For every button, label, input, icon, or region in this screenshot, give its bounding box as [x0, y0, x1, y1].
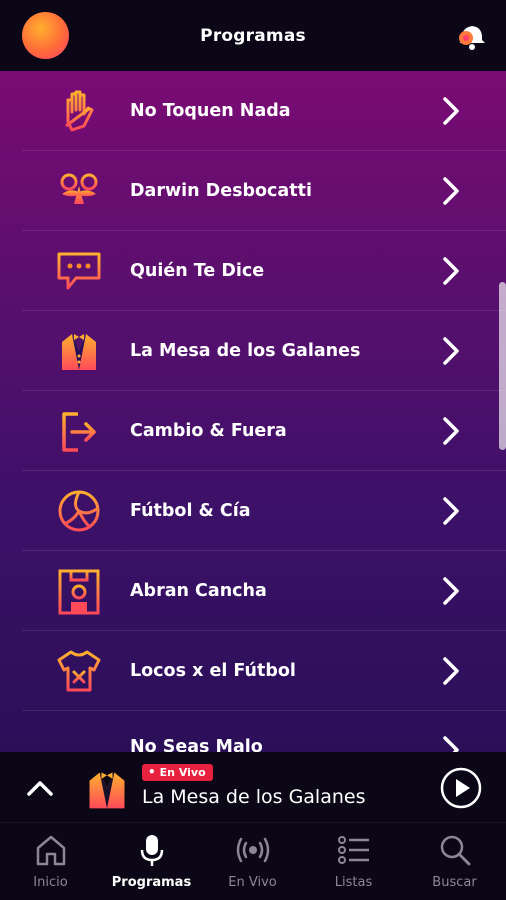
program-row[interactable]: Fútbol & Cía	[22, 471, 506, 551]
program-row[interactable]: No Toquen Nada	[22, 71, 506, 151]
program-label: Fútbol & Cía	[130, 500, 251, 521]
program-row[interactable]: No Seas Malo	[22, 711, 506, 752]
program-row[interactable]: Cambio & Fuera	[22, 391, 506, 471]
app-logo[interactable]	[22, 12, 69, 59]
exit-arrow-icon	[62, 411, 96, 452]
tab-inicio[interactable]: Inicio	[0, 823, 101, 900]
live-dot: •	[148, 765, 156, 779]
tuxedo-icon	[62, 333, 96, 370]
now-playing-title: La Mesa de los Galanes	[142, 786, 366, 808]
program-row[interactable]: Darwin Desbocatti	[22, 151, 506, 231]
tab-buscar[interactable]: Buscar	[404, 823, 505, 900]
program-label: Abran Cancha	[130, 580, 267, 601]
tab-label: Inicio	[33, 875, 68, 890]
program-label: No Toquen Nada	[130, 100, 291, 121]
tab-label: Buscar	[432, 875, 477, 890]
program-label: Darwin Desbocatti	[130, 180, 312, 201]
mustache-glasses-icon	[60, 173, 98, 204]
program-row[interactable]: Abran Cancha	[22, 551, 506, 631]
home-icon	[36, 835, 65, 866]
notification-icon[interactable]	[452, 18, 488, 52]
mini-player[interactable]: • En Vivo La Mesa de los Galanes	[0, 752, 506, 823]
tab-label: Programas	[111, 875, 192, 890]
chevron-right-icon	[443, 576, 459, 605]
search-icon	[440, 835, 470, 866]
chevron-right-icon	[443, 656, 459, 685]
live-badge: • En Vivo	[142, 764, 213, 781]
program-row[interactable]: Locos x el Fútbol	[22, 631, 506, 711]
chevron-right-icon	[443, 256, 459, 285]
list-icon	[337, 836, 369, 864]
program-label: Cambio & Fuera	[130, 420, 287, 441]
field-icon	[58, 569, 100, 614]
tab-listas[interactable]: Listas	[303, 823, 404, 900]
program-label: No Seas Malo	[130, 737, 263, 752]
broadcast-icon	[236, 837, 269, 863]
page-title: Programas	[200, 25, 306, 46]
program-label: Quién Te Dice	[130, 260, 265, 281]
chevron-right-icon	[443, 96, 459, 125]
programs-list[interactable]: No Toquen Nada Darwin Desbocatti Quién T…	[0, 71, 506, 752]
program-label: Locos x el Fútbol	[130, 660, 296, 681]
tab-en-vivo[interactable]: En Vivo	[202, 823, 303, 900]
program-row[interactable]: Quién Te Dice	[22, 231, 506, 311]
chevron-right-icon	[443, 416, 459, 445]
volleyball-icon	[58, 490, 100, 531]
tab-programas[interactable]: Programas	[101, 823, 202, 900]
tab-label: Listas	[334, 875, 373, 890]
microphone-icon	[140, 835, 163, 866]
tuxedo-icon	[89, 772, 125, 809]
chevron-right-icon	[443, 496, 459, 525]
chat-bubble-icon	[57, 252, 101, 289]
chevron-right-icon	[443, 736, 459, 752]
bottom-tab-bar: Inicio Programas En Vivo Listas Buscar	[0, 823, 506, 900]
program-label: La Mesa de los Galanes	[130, 340, 361, 361]
chevron-right-icon	[443, 176, 459, 205]
live-badge-label: En Vivo	[159, 766, 206, 779]
tab-label: En Vivo	[228, 875, 277, 890]
program-row[interactable]: La Mesa de los Galanes	[22, 311, 506, 391]
jersey-icon	[57, 650, 101, 691]
chevron-up-icon[interactable]	[24, 774, 56, 802]
play-button[interactable]	[440, 767, 482, 809]
hand-icon	[65, 90, 94, 131]
chevron-right-icon	[443, 336, 459, 365]
app-header: Programas	[0, 0, 506, 71]
